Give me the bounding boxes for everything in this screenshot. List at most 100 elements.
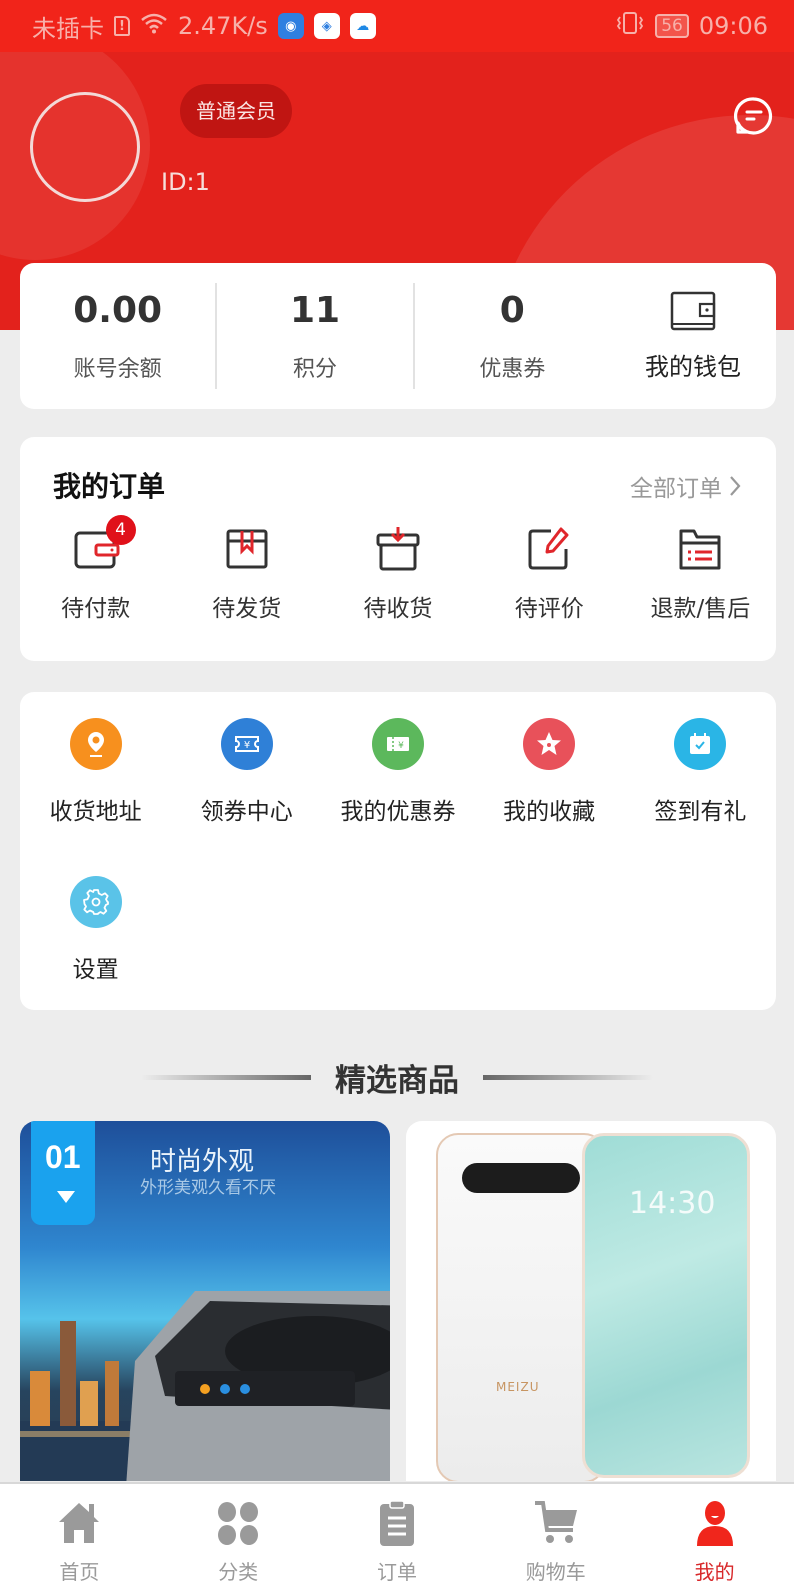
coupons-label: 优惠券 bbox=[479, 356, 546, 382]
location-pin-icon bbox=[69, 718, 122, 770]
svg-text:¥: ¥ bbox=[244, 740, 250, 751]
camera-module bbox=[462, 1163, 580, 1193]
service-shipping-address[interactable]: 收货地址 bbox=[20, 718, 171, 876]
balance-stat[interactable]: 0.00 账号余额 bbox=[20, 263, 215, 409]
category-icon bbox=[218, 1502, 259, 1545]
decorative-line bbox=[141, 1074, 311, 1080]
order-pending-payment[interactable]: 4 待付款 bbox=[20, 515, 171, 623]
services-card: 收货地址 ¥ 领券中心 ¥ 我的优惠券 我的收藏 签到有礼 设置 bbox=[20, 692, 776, 1010]
home-icon bbox=[59, 1503, 100, 1543]
balance-value: 0.00 bbox=[73, 289, 163, 331]
network-speed: 2.47K/s bbox=[178, 12, 268, 40]
gear-icon bbox=[69, 876, 122, 928]
service-settings[interactable]: 设置 bbox=[20, 876, 171, 1034]
order-pending-shipment[interactable]: 待发货 bbox=[171, 525, 322, 623]
avatar[interactable] bbox=[30, 92, 140, 202]
order-item-label: 待收货 bbox=[363, 596, 433, 622]
wallet-button[interactable]: 我的钱包 bbox=[610, 263, 776, 409]
svg-text:¥: ¥ bbox=[398, 741, 404, 751]
hotspot-app-icon: ◉ bbox=[277, 13, 304, 39]
order-item-label: 退款/售后 bbox=[650, 596, 751, 622]
featured-section-header: 精选商品 bbox=[0, 1052, 794, 1102]
coupons-value: 0 bbox=[499, 289, 525, 331]
tab-cart[interactable]: 购物车 bbox=[476, 1484, 635, 1594]
wallet-icon bbox=[670, 291, 716, 330]
product-card-washing-machine[interactable]: 01 时尚外观 外形美观久看不厌 bbox=[20, 1121, 390, 1481]
coupon-center-icon: ¥ bbox=[220, 718, 273, 770]
product-subline: 外形美观久看不厌 bbox=[140, 1178, 276, 1198]
tab-label: 我的 bbox=[694, 1560, 735, 1584]
order-item-label: 待评价 bbox=[514, 596, 584, 622]
service-label: 领券中心 bbox=[200, 799, 293, 825]
tab-label: 购物车 bbox=[525, 1560, 586, 1584]
service-label: 我的收藏 bbox=[503, 799, 596, 825]
order-item-label: 待付款 bbox=[61, 596, 131, 622]
service-my-favorites[interactable]: 我的收藏 bbox=[474, 718, 625, 876]
clock: 09:06 bbox=[698, 12, 768, 40]
tab-label: 首页 bbox=[59, 1560, 100, 1584]
message-icon[interactable] bbox=[734, 96, 774, 136]
tab-home[interactable]: 首页 bbox=[0, 1484, 159, 1594]
clipboard-icon bbox=[379, 1500, 414, 1546]
tag-number: 01 bbox=[45, 1139, 81, 1175]
package-icon bbox=[226, 529, 268, 569]
product-number-tag: 01 bbox=[31, 1121, 95, 1225]
user-icon bbox=[696, 1501, 733, 1546]
tab-mine[interactable]: 我的 bbox=[635, 1484, 794, 1594]
folder-list-icon bbox=[679, 529, 721, 570]
wallet-label: 我的钱包 bbox=[645, 352, 741, 381]
order-refund-aftersale[interactable]: 退款/售后 bbox=[625, 525, 776, 623]
chevron-right-icon bbox=[730, 476, 741, 496]
orders-title: 我的订单 bbox=[53, 470, 166, 503]
cloud-app-icon: ☁ bbox=[349, 13, 376, 39]
phone-front-image: 14:30 bbox=[582, 1133, 750, 1478]
points-stat[interactable]: 11 积分 bbox=[217, 263, 412, 409]
service-daily-checkin[interactable]: 签到有礼 bbox=[625, 718, 776, 876]
bottom-tab-bar: 首页 分类 订单 购物车 我的 bbox=[0, 1482, 794, 1594]
phone-brand: MEIZU bbox=[496, 1380, 540, 1394]
points-label: 积分 bbox=[292, 356, 337, 382]
featured-title: 精选商品 bbox=[335, 1062, 459, 1099]
service-label: 收货地址 bbox=[49, 799, 142, 825]
pending-payment-badge: 4 bbox=[105, 515, 136, 545]
coupons-stat[interactable]: 0 优惠券 bbox=[415, 263, 610, 409]
tab-label: 订单 bbox=[376, 1560, 417, 1584]
order-pending-receipt[interactable]: 待收货 bbox=[322, 525, 473, 623]
service-label: 我的优惠券 bbox=[340, 799, 456, 825]
all-orders-link[interactable]: 全部订单 bbox=[630, 469, 742, 503]
decorative-line bbox=[483, 1074, 653, 1080]
balance-label: 账号余额 bbox=[73, 356, 162, 382]
cart-icon bbox=[534, 1501, 577, 1543]
coupon-ticket-icon: ¥ bbox=[371, 718, 424, 770]
order-pending-review[interactable]: 待评价 bbox=[474, 525, 625, 623]
receive-box-icon bbox=[376, 527, 420, 571]
tab-orders[interactable]: 订单 bbox=[318, 1484, 477, 1594]
tab-category[interactable]: 分类 bbox=[159, 1484, 318, 1594]
sim-status: 未插卡 bbox=[32, 14, 104, 43]
edit-review-icon bbox=[528, 527, 569, 570]
service-label: 设置 bbox=[72, 957, 119, 983]
sim-alert-icon: ! bbox=[114, 16, 130, 36]
calendar-check-icon bbox=[674, 718, 727, 770]
star-favorite-icon bbox=[523, 718, 576, 770]
all-orders-label: 全部订单 bbox=[630, 476, 722, 502]
service-coupon-center[interactable]: ¥ 领券中心 bbox=[171, 718, 322, 876]
battery-indicator: 56 bbox=[655, 14, 689, 38]
browser-app-icon: ◈ bbox=[313, 13, 340, 39]
phone-back-image: MEIZU bbox=[436, 1133, 606, 1481]
order-item-label: 待发货 bbox=[212, 596, 282, 622]
product-card-smartphone[interactable]: MEIZU 14:30 bbox=[406, 1121, 776, 1481]
user-id: ID:1 bbox=[161, 168, 210, 196]
washing-machine-image bbox=[126, 1291, 390, 1481]
tab-label: 分类 bbox=[218, 1560, 259, 1584]
account-stats-card: 0.00 账号余额 11 积分 0 优惠券 我的钱包 bbox=[20, 263, 776, 409]
wifi-icon bbox=[140, 12, 168, 40]
service-my-coupons[interactable]: ¥ 我的优惠券 bbox=[322, 718, 473, 876]
status-bar: 未插卡 ! 2.47K/s ◉ ◈ ☁ 56 09:06 bbox=[0, 0, 794, 52]
member-level-badge: 普通会员 bbox=[180, 84, 292, 138]
my-orders-card: 我的订单 全部订单 4 待付款 待发货 待收货 待评价 退款/售后 bbox=[20, 437, 776, 661]
service-label: 签到有礼 bbox=[654, 799, 747, 825]
points-value: 11 bbox=[289, 289, 341, 331]
phone-lockscreen-clock: 14:30 bbox=[629, 1186, 716, 1221]
triangle-down-icon bbox=[57, 1191, 75, 1203]
